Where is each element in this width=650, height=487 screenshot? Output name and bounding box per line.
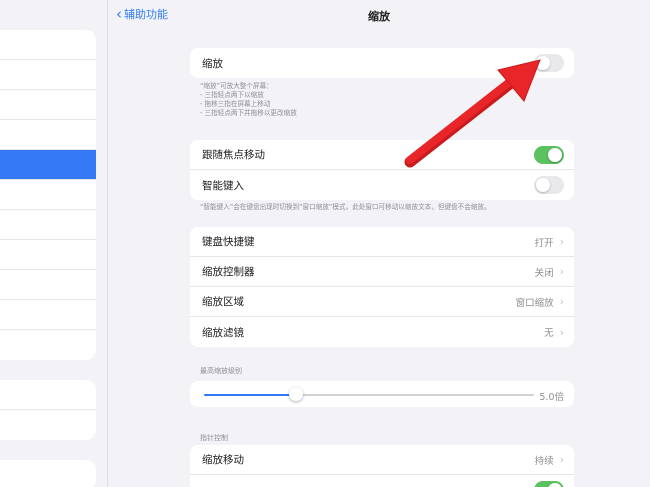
sidebar-group [0, 380, 96, 440]
pointer-toggle[interactable] [534, 481, 564, 487]
option-value: 持续 [534, 455, 554, 467]
zoom-controller-row[interactable]: 缩放控制器 关闭 › [190, 257, 574, 287]
smart-typing-row: 智能键入 [190, 170, 574, 200]
zoom-help-item: - 三指轻点两下以缩放 [200, 91, 264, 99]
follow-focus-toggle[interactable] [534, 145, 564, 164]
sidebar-item[interactable] [0, 460, 96, 487]
max-zoom-card: 5.0倍 [190, 381, 574, 407]
max-zoom-section-label: 最高缩放级别 [200, 367, 242, 375]
toggle-knob [536, 178, 550, 192]
option-value: 关闭 [534, 267, 554, 279]
keyboard-shortcuts-row[interactable]: 键盘快捷键 打开 › [190, 227, 574, 257]
sidebar-item[interactable] [0, 380, 96, 410]
zoom-row: 缩放 [190, 48, 574, 78]
zoom-help-item: - 三指轻点两下并拖移以更改缩放 [200, 109, 297, 117]
smart-typing-label: 智能键入 [202, 179, 244, 192]
follow-focus-row: 跟随焦点移动 [190, 140, 574, 170]
zoom-toggle[interactable] [534, 54, 564, 72]
sidebar-item[interactable] [0, 410, 96, 440]
option-value: 打开 [534, 237, 554, 249]
option-label: 缩放控制器 [202, 266, 255, 278]
sidebar-item[interactable] [0, 30, 96, 60]
smart-typing-toggle[interactable] [534, 176, 564, 194]
chevron-right-icon: › [559, 453, 564, 466]
slider-fill [204, 394, 297, 396]
sidebar-item[interactable] [0, 300, 96, 330]
sidebar-item[interactable] [0, 210, 96, 240]
settings-pane: ‹ 辅助功能 缩放 缩放 “缩放”可放大整个屏幕： - 三指轻点两下以缩放 - … [108, 0, 650, 487]
max-zoom-slider[interactable] [204, 394, 534, 396]
nav-bar: ‹ 辅助功能 缩放 [108, 0, 650, 30]
sidebar-item[interactable] [0, 120, 96, 150]
slider-thumb[interactable] [289, 387, 304, 401]
toggle-knob [548, 147, 562, 162]
sidebar-item-selected[interactable] [0, 150, 96, 180]
zoom-options-card: 键盘快捷键 打开 › 缩放控制器 关闭 › 缩放区域 窗口缩放 › 缩放滤镜 无… [190, 227, 574, 347]
toggle-knob [548, 483, 562, 487]
sidebar-item[interactable] [0, 270, 96, 300]
focus-card: 跟随焦点移动 智能键入 [190, 140, 574, 200]
sidebar-group [0, 30, 96, 360]
sidebar-item[interactable] [0, 330, 96, 360]
option-label: 缩放移动 [202, 454, 244, 466]
sidebar-item[interactable] [0, 60, 96, 90]
max-zoom-value: 5.0倍 [539, 392, 564, 403]
zoom-filter-row[interactable]: 缩放滤镜 无 › [190, 317, 574, 347]
pointer-row-partial [190, 475, 574, 487]
option-value: 窗口缩放 [515, 297, 554, 309]
smart-typing-help-text: “智能键入”会在键盘出现时切换到“窗口缩放”模式，此处窗口可移动以缩放文本，但键… [200, 203, 491, 211]
sidebar-item[interactable] [0, 240, 96, 270]
chevron-right-icon: › [559, 325, 564, 339]
page-title: 缩放 [368, 10, 390, 23]
zoom-card: 缩放 [190, 48, 574, 78]
follow-focus-label: 跟随焦点移动 [202, 149, 265, 161]
sidebar-item[interactable] [0, 90, 96, 120]
zoom-help-text: “缩放”可放大整个屏幕： - 三指轻点两下以缩放 - 拖移三指在屏幕上移动 - … [200, 82, 570, 118]
sidebar-item[interactable] [0, 180, 96, 210]
zoom-help-intro: “缩放”可放大整个屏幕： [200, 82, 273, 90]
zoom-help-item: - 拖移三指在屏幕上移动 [200, 100, 271, 108]
chevron-right-icon: › [559, 295, 564, 308]
option-label: 缩放区域 [202, 296, 244, 308]
chevron-right-icon: › [559, 235, 564, 248]
option-label: 键盘快捷键 [202, 236, 255, 248]
option-label: 缩放滤镜 [202, 326, 244, 339]
pointer-section-label: 指针控制 [200, 434, 228, 442]
sidebar-group [0, 460, 96, 487]
zoom-region-row[interactable]: 缩放区域 窗口缩放 › [190, 287, 574, 317]
zoom-label: 缩放 [202, 57, 223, 70]
chevron-right-icon: › [559, 265, 564, 278]
zoom-pan-row[interactable]: 缩放移动 持续 › [190, 445, 574, 475]
sidebar [0, 0, 108, 487]
toggle-knob [536, 56, 550, 70]
option-value: 无 [544, 328, 554, 339]
pointer-card: 缩放移动 持续 › [190, 445, 574, 487]
